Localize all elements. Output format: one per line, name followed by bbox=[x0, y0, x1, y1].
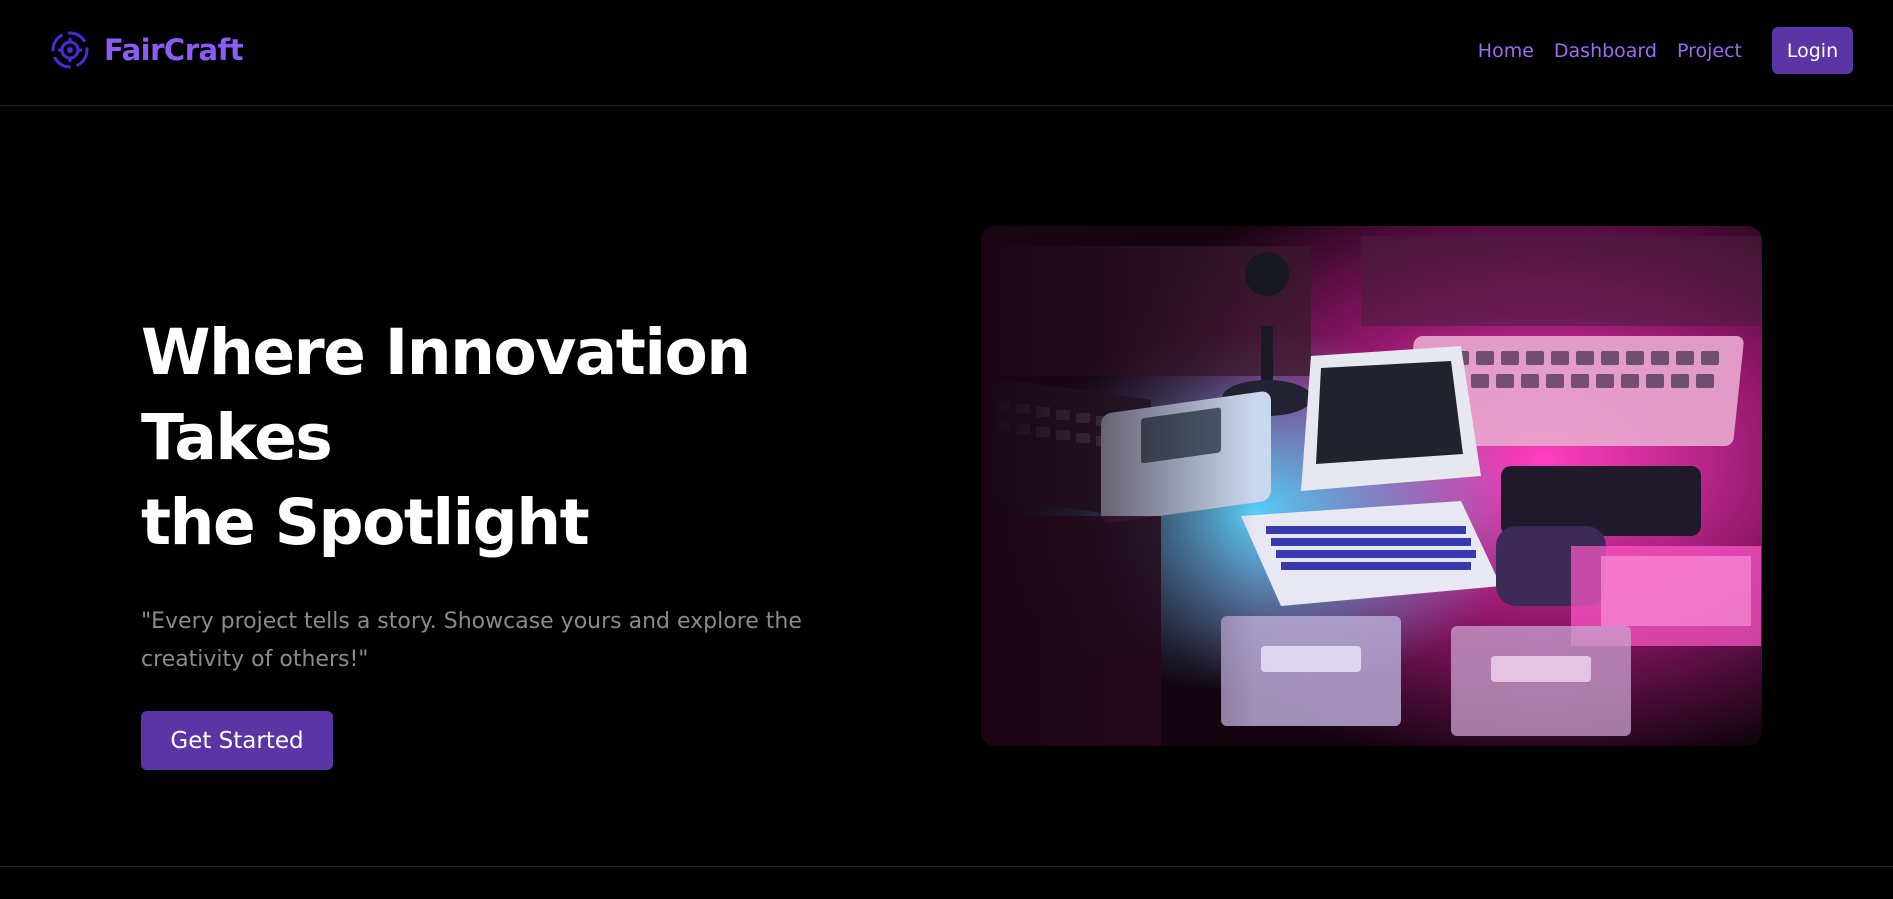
gear-in-ring-icon bbox=[51, 31, 89, 69]
nav-dashboard-link[interactable]: Dashboard bbox=[1554, 40, 1657, 62]
nav-home-link[interactable]: Home bbox=[1478, 40, 1534, 62]
brand-name: FairCraft bbox=[104, 33, 244, 67]
login-button[interactable]: Login bbox=[1772, 27, 1853, 74]
brand[interactable]: FairCraft bbox=[50, 28, 244, 72]
nav-project-link[interactable]: Project bbox=[1677, 40, 1742, 62]
footer-divider bbox=[0, 866, 1893, 867]
hero-text-section: Where Innovation Takes the Spotlight "Ev… bbox=[141, 310, 931, 770]
get-started-button[interactable]: Get Started bbox=[141, 711, 333, 770]
top-navbar: FairCraft Home Dashboard Project Login bbox=[0, 0, 1893, 106]
hero-image bbox=[981, 226, 1762, 746]
hero-quote: "Every project tells a story. Showcase y… bbox=[141, 609, 802, 672]
hero-title-line-1: Where Innovation Takes bbox=[141, 316, 751, 474]
nav-links: Home Dashboard Project Login bbox=[1478, 27, 1853, 74]
hero-title-line-2: the Spotlight bbox=[141, 486, 590, 559]
hero-title: Where Innovation Takes the Spotlight bbox=[141, 310, 931, 565]
retro-computers-photo bbox=[981, 226, 1762, 746]
